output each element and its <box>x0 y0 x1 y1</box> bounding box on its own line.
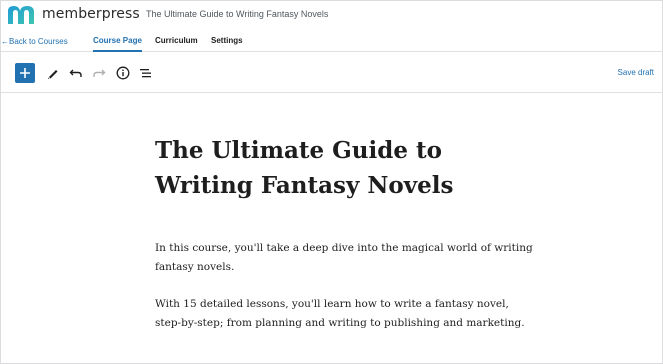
pencil-icon <box>48 70 58 79</box>
redo-button[interactable] <box>91 65 107 81</box>
editor-window: memberpress The Ultimate Guide to Writin… <box>0 0 663 364</box>
document-title: The Ultimate Guide to Writing Fantasy No… <box>146 9 329 19</box>
editor-toolbar: Save draft <box>1 53 662 93</box>
tab-curriculum[interactable]: Curriculum <box>155 36 198 52</box>
back-arrow-icon: ← <box>1 37 9 46</box>
course-nav-bar: ←Back to Courses Course Page Curriculum … <box>1 29 662 52</box>
tab-settings[interactable]: Settings <box>211 36 243 52</box>
undo-icon <box>69 69 82 77</box>
paragraph-block[interactable]: In this course, you'll take a deep dive … <box>155 239 535 277</box>
post-title[interactable]: The Ultimate Guide to Writing Fantasy No… <box>155 133 535 203</box>
back-link-label: Back to Courses <box>9 37 68 46</box>
editor-content: The Ultimate Guide to Writing Fantasy No… <box>155 133 535 333</box>
edit-tool-button[interactable] <box>45 65 61 81</box>
save-draft-button[interactable]: Save draft <box>618 68 654 77</box>
tab-course-page[interactable]: Course Page <box>93 36 142 52</box>
details-button[interactable] <box>115 65 131 81</box>
memberpress-logo-icon[interactable] <box>5 3 39 27</box>
list-view-button[interactable] <box>138 65 154 81</box>
back-to-courses-link[interactable]: ←Back to Courses <box>1 37 68 46</box>
list-view-icon <box>140 69 151 78</box>
info-icon <box>116 66 130 80</box>
paragraph-block[interactable]: With 15 detailed lessons, you'll learn h… <box>155 295 535 333</box>
top-bar: memberpress The Ultimate Guide to Writin… <box>1 1 662 29</box>
add-block-button[interactable] <box>15 63 35 83</box>
plus-icon <box>20 68 30 78</box>
undo-button[interactable] <box>68 65 84 81</box>
redo-icon <box>93 69 106 77</box>
brand-name: memberpress <box>42 6 140 22</box>
